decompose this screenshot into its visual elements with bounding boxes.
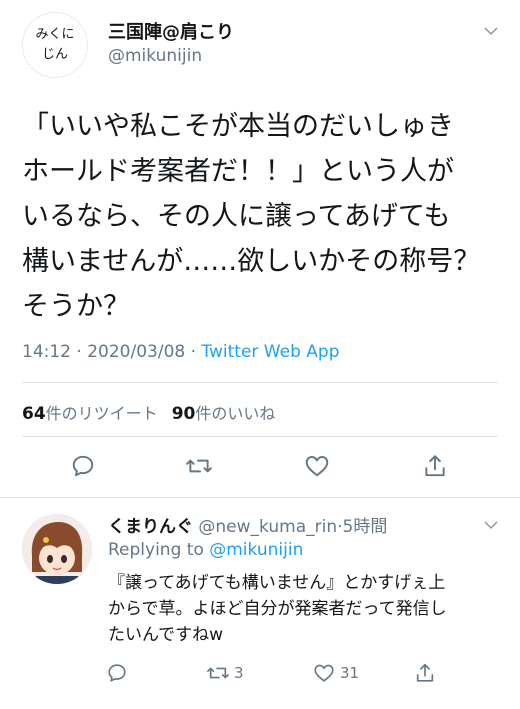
reply-icon xyxy=(108,664,126,682)
like-button[interactable] xyxy=(303,453,331,479)
reply-retweet-count: 3 xyxy=(234,664,244,682)
reply-icon xyxy=(72,455,94,477)
reply-display-name[interactable]: くまりんぐ xyxy=(108,517,193,537)
heart-icon xyxy=(305,456,329,477)
retweet-label: 件のリツイート xyxy=(45,404,158,423)
reply-header: くまりんぐ @new_kuma_rin·5時間 xyxy=(108,512,387,537)
reply-like-count: 31 xyxy=(340,664,360,682)
avatar-text-line2: じん xyxy=(41,47,68,62)
avatar-text-line1: みくに xyxy=(35,27,75,42)
chevron-down-icon[interactable] xyxy=(482,22,500,40)
author-handle[interactable]: @mikunijin xyxy=(108,46,202,66)
avatar[interactable] xyxy=(22,514,92,584)
reply-time[interactable]: 5時間 xyxy=(343,517,388,537)
replying-to: Replying to @mikunijin xyxy=(108,540,303,560)
retweet-button[interactable]: 3 xyxy=(206,662,244,684)
retweet-count: 64 xyxy=(22,404,46,424)
reply-handle[interactable]: @new_kuma_rin xyxy=(198,517,337,537)
share-button[interactable] xyxy=(414,662,436,684)
like-count: 90 xyxy=(171,404,196,424)
reply-button[interactable] xyxy=(106,662,128,684)
like-label: 件のいいね xyxy=(195,404,276,423)
replying-label: Replying to xyxy=(108,540,204,560)
likes-stat[interactable]: 90件のいいね xyxy=(171,404,276,424)
tweet-time[interactable]: 14:12 xyxy=(22,342,71,362)
retweets-stat[interactable]: 64件のリツイート xyxy=(22,404,158,424)
share-icon xyxy=(416,663,434,682)
reply-tweet[interactable]: くまりんぐ @new_kuma_rin·5時間 Replying to @mik… xyxy=(0,498,520,709)
share-button[interactable] xyxy=(422,453,448,479)
author-display-name[interactable]: 三国陣@肩こり xyxy=(108,18,234,44)
retweet-button[interactable] xyxy=(185,453,213,479)
meta-separator: · xyxy=(76,342,82,362)
reply-text: 『譲ってあげても構いません』とかすげぇ上 からで草。よほど自分が発案者だって発信… xyxy=(108,573,447,645)
source-app-link[interactable]: Twitter Web App xyxy=(201,342,339,362)
heart-icon xyxy=(314,664,334,682)
divider xyxy=(22,436,498,437)
main-tweet: みくに じん 三国陣@肩こり @mikunijin 「いいや私こそが本当のだいし… xyxy=(0,0,520,497)
engagement-stats: 64件のリツイート 90件のいいね xyxy=(22,400,275,424)
retweet-icon xyxy=(207,667,229,679)
share-icon xyxy=(425,455,445,477)
tweet-date[interactable]: 2020/03/08 xyxy=(87,342,185,362)
meta-separator-2: · xyxy=(190,342,197,362)
divider xyxy=(22,382,498,383)
tweet-text: 「いいや私こそが本当のだいしゅき ホールド考案者だ！！」という人が いるなら、そ… xyxy=(22,111,481,322)
retweet-icon xyxy=(186,459,212,473)
like-button[interactable]: 31 xyxy=(312,662,359,684)
reply-button[interactable] xyxy=(70,453,96,479)
replying-to-handle[interactable]: @mikunijin xyxy=(209,540,303,560)
tweet-meta: 14:12 · 2020/03/08 · Twitter Web App xyxy=(22,342,339,362)
avatar[interactable]: みくに じん xyxy=(22,12,88,78)
chevron-down-icon[interactable] xyxy=(482,516,500,534)
